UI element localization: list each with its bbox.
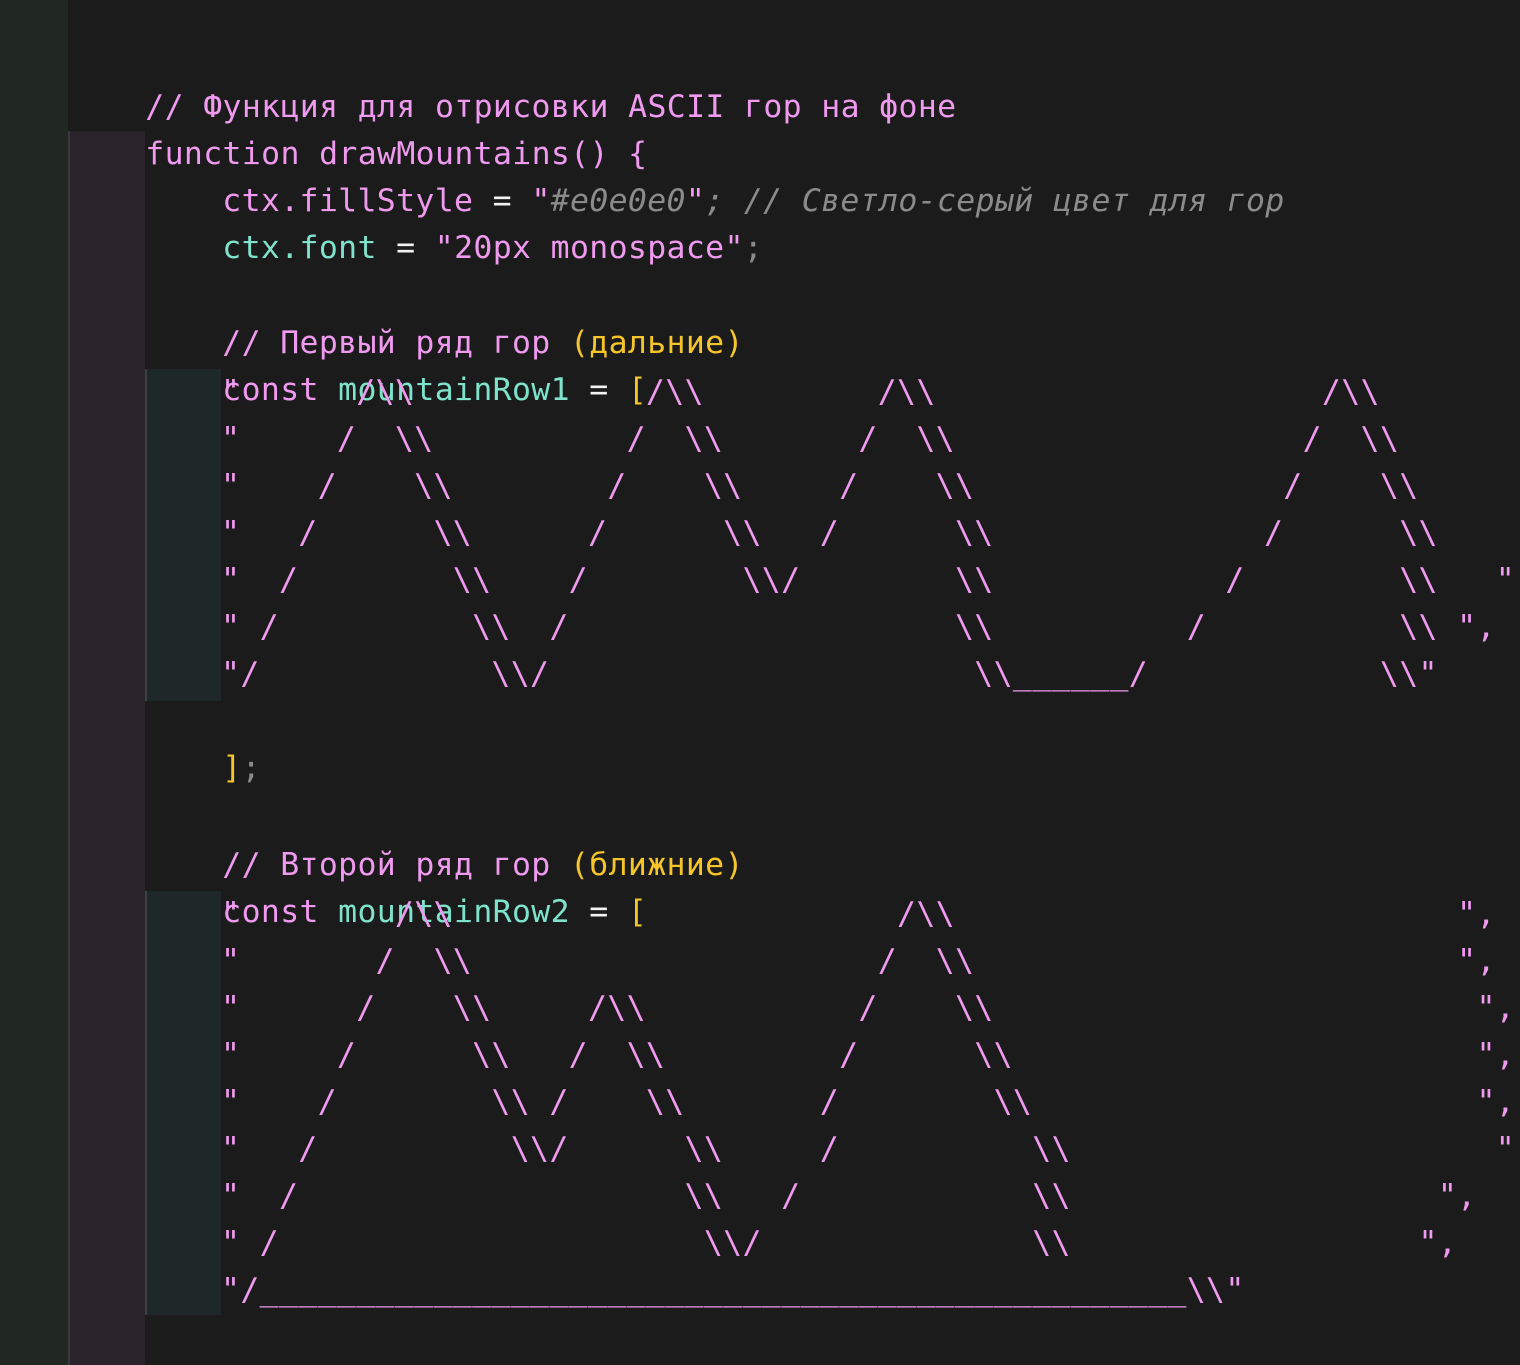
- ascii-row1-line: "/ \\/ \\______/ \\": [221, 656, 1438, 692]
- code-line-row1-close: ];: [145, 698, 261, 786]
- code-line-row1-comment: // Первый ряд гор (дальние): [145, 273, 744, 361]
- code-line-row2-comment: // Второй ряд гор (ближние): [145, 795, 744, 883]
- ascii-row2-line: " / \\/ \\ / \\ ",: [221, 1131, 1520, 1167]
- code-line-row2-decl: const mountainRow2 = [: [145, 842, 647, 930]
- ascii-row1-line: " / \\ / \\ / \\ ",: [221, 609, 1496, 645]
- ascii-row1-line: " / \\ / \\/ \\ / \\ ",: [221, 562, 1520, 598]
- bracket-close: ]: [222, 750, 242, 786]
- ascii-row2-line: "/______________________________________…: [221, 1272, 1245, 1308]
- ascii-row1-line: " / \\ / \\ / \\ / \\ ",: [221, 421, 1520, 457]
- ascii-row2-line: " / \\/ \\ ",: [221, 1225, 1458, 1261]
- indent-guide-level-1: [68, 131, 145, 1365]
- ascii-row2-line: " / \\ /\\ / \\ ",: [221, 990, 1516, 1026]
- inline-comment: // Светло-серый цвет для гор: [724, 183, 1285, 219]
- ascii-row2-line: " /\\ /\\ ",: [221, 896, 1496, 932]
- code-line-fillstyle: ctx.fillStyle = "#e0e0e0"; // Светло-сер…: [145, 131, 1285, 219]
- ascii-row2-line: " / \\ / \\ ",: [221, 943, 1496, 979]
- ascii-row1-line: " /\\ /\\ /\\ /\\ ",: [221, 374, 1520, 410]
- code-line-row1-decl: const mountainRow1 = [: [145, 320, 647, 408]
- semicolon: ;: [743, 230, 764, 266]
- code-line-header-comment: // Функция для отрисовки ASCII гор на фо…: [68, 37, 956, 125]
- ascii-row2-line: " / \\ / \\ ",: [221, 1178, 1477, 1214]
- editor-gutter: [0, 0, 68, 1365]
- ascii-row1-line: " / \\ / \\ / \\ / \\ ",: [221, 468, 1520, 504]
- ascii-row1-line: " / \\ / \\ / \\ / \\ ",: [221, 515, 1520, 551]
- ascii-row2-line: " / \\ / \\ / \\ ",: [221, 1084, 1516, 1120]
- semicolon: ;: [241, 750, 261, 786]
- operator-assign: =: [376, 230, 435, 266]
- property-font: ctx.font: [222, 230, 377, 266]
- string-font-value: "20px monospace": [434, 230, 744, 266]
- code-line-font: ctx.font = "20px monospace";: [145, 178, 763, 266]
- code-line-function-decl: function drawMountains() {: [68, 84, 647, 172]
- ascii-row2-line: " / \\ / \\ / \\ ",: [221, 1037, 1516, 1073]
